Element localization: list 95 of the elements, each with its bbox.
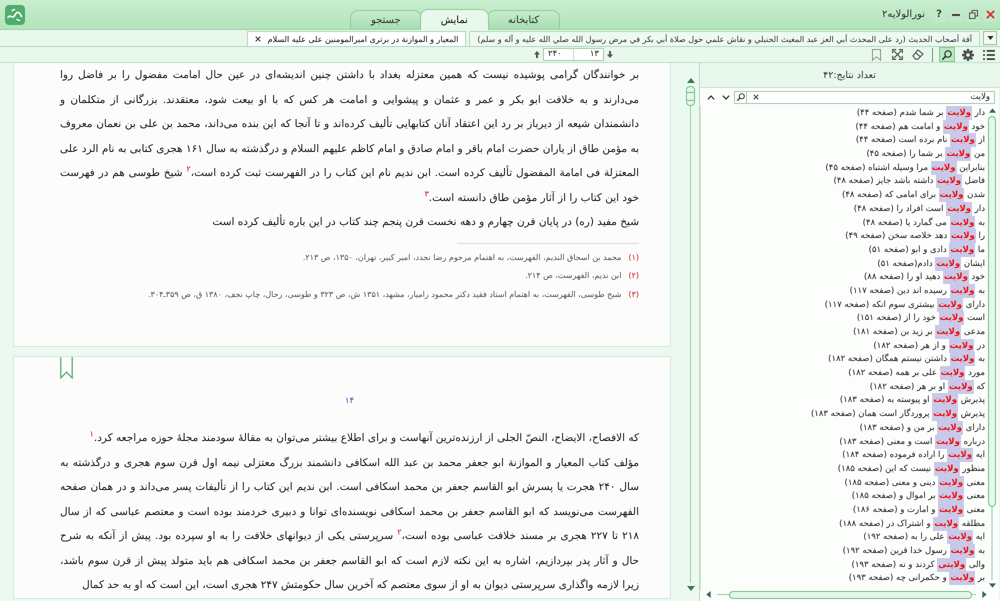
document-tab[interactable]: آفة أصحاب الحديث (رد على المحدث أبي العز عبد المغيث الحنبلي و نقاش علمي حول صلاة أبي بكر في مرض رسول الله صلي الله عليه و آله و سلم) [469, 31, 980, 46]
arrow-down-icon[interactable] [686, 586, 694, 591]
document-tab[interactable]: المعیار و الموازنة در برتری امیرالمومنین علی علیه السلام [246, 31, 466, 46]
search-icon [736, 93, 744, 101]
result-item[interactable]: به ولایت می گمارد یا (صفحه ۴۸) [701, 216, 985, 230]
page-number-field[interactable]: ۱۳ [573, 48, 604, 61]
scrollbar-thumb[interactable] [988, 116, 996, 507]
arrow-up-icon[interactable] [534, 51, 540, 58]
result-item[interactable]: معنی ولایت بر اموال و (صفحه ۱۸۵) [701, 490, 985, 504]
expand-button[interactable] [889, 47, 905, 62]
arrow-down-icon[interactable] [988, 583, 996, 588]
result-item[interactable]: است ولایت خود را از (صفحه ۱۵۱) [701, 312, 985, 326]
result-item[interactable]: من ولایت بر شما را (صفحه ۴۵) [701, 148, 985, 162]
result-item[interactable]: بر ولایت و حکمرانی چه (صفحه ۱۹۳) [701, 572, 985, 586]
restore-button[interactable] [966, 8, 980, 22]
result-item[interactable]: خود ولایت و امامت هم (صفحه ۴۴) [701, 120, 985, 134]
result-item[interactable]: دارای ولایت بیشتری سوم انکه (صفحه ۱۱۷) [701, 298, 985, 312]
result-item[interactable]: مورد ولایت علی بر همه (صفحه ۱۸۲) [701, 367, 985, 381]
help-button[interactable]: ? [932, 8, 946, 22]
caret-icon [986, 36, 994, 40]
result-item[interactable]: به ولایت رسیده اند دین (صفحه ۱۱۷) [701, 284, 985, 299]
result-item[interactable]: دارای ولایت بر من و (صفحه ۱۸۳) [701, 422, 985, 436]
eraser-icon [912, 49, 924, 60]
arrow-right-icon[interactable] [982, 591, 987, 598]
footnote-text: شیخ طوسی، الفهرست، به اهتمام استاد فقید دکتر محمود رامیار، مشهد، ۱۳۵۱ ش، ص ۳۲۳ و طوسی، رجال، چاپ نجف، ۱۳۸۰ ق، ص ۳۵۹ـ۳۰۴. [148, 288, 622, 301]
result-item[interactable]: بنابراین ولایت مرا وسیله اشتباه (صفحه ۴۵) [701, 162, 985, 176]
footnote-number[interactable]: (۱) [628, 248, 640, 267]
result-item[interactable]: منظور ولایت نیست که این (صفحه ۱۸۵) [701, 462, 985, 477]
result-item[interactable]: در ولایت و از هر (صفحه ۱۸۲) [701, 340, 985, 354]
result-item[interactable]: از ولایت نام برده است (صفحه ۴۴) [701, 134, 985, 148]
dropdown-button[interactable] [983, 31, 997, 45]
result-item[interactable]: مطلقه ولایت و اشتراک در (صفحه ۱۸۸) [701, 518, 985, 532]
arrow-up-icon[interactable] [686, 78, 694, 83]
list-icon [983, 50, 995, 60]
paragraph: بر خوانندگان گرامی پوشیده نیست که همین معتزله بغداد با داشتن چنین اندیشه‌ای در عین حال امامت مفضول را بر فاضل روا می‌دارند و به خلافت ابو بکر و عمر و عثمان و پیشوایی و امامت هر کس که با او بیعت شود، معتقدند. بزرگانی از متکلمان و دانشمندان شیعه از دیرباز بر رد این اعتقاد آنان کتابهایی تألیف کرده‌اند و تا آنجا که این بنده می‌داند، محمد بن علی بن نعمان معروف به مؤمن طاق از یاران حضرت امام باقر و امام صادق و امام کاظم علیهم السلام و درگذشته به سال ۱۶۱ هجری کتابی به نام الرد علی المعتزلة فی امامة المفضول تألیف کرده است. ابن ندیم نام این کتاب را در الفهرست ثبت کرده است،$^{۲}$ شیخ طوسی هم در فهرست خود این کتاب را از آثار مؤمن طاق دانسته است.$^{۳}$ [60, 68, 640, 206]
arrow-left-icon[interactable] [706, 591, 711, 598]
bookmark-icon [872, 48, 880, 60]
paragraph: مؤلف کتاب المعیار و الموازنة ابو جعفر محمد بن عبد الله اسکافی دانشمند بزرگ معتزلی نیمه اول قرن سوم هجری و درگذشته به سال ۲۴۰ هجرت یا پسرش ابو القاسم جعفر بن محمد اسکافی است. ابن ندیم این کتاب را از تألیفات پسر می‌داند و در همان صفحه الفهرست می‌نویسد که ابو القاسم جعفر بن محمد اسکافی نویسنده‌ای توانا و دبیری خردمند بوده است و معتصم عباسی که از سال ۲۱۸ تا ۲۲۷ هجری بر مسند خلافت عباسی بوده است،$^{۲}$ سرپرستی یکی از دیوانهای خلافت را به او سپرده بود. پیش از آنکه به شرح حال و آثار پدر بپردازیم، اشاره به این نکته لازم است که ابو القاسم جعفر بن محمد اسکافی هم باید متولد پیش از قرن سوم باشد، زیرا لازمه واگذاری سرپرستی دیوان به او از سوی معتصم که آخرین سال حکومتش ۲۴۷ هجری است، این است که او به حد کمال [60, 456, 640, 593]
result-item[interactable]: معنی ولایت دینی و معنی (صفحه ۱۸۵) [701, 476, 985, 490]
result-item[interactable]: به ولایت رسول خدا قرین (صفحه ۱۹۲) [701, 545, 985, 559]
result-item[interactable]: خود ولایت دهید او را (صفحه ۸۸) [701, 271, 985, 285]
result-item[interactable]: مدعی ولایت بر زید بن (صفحه ۱۸۱) [701, 326, 985, 340]
app-title: نورالولایه۲ [882, 9, 925, 20]
result-item[interactable]: دار ولایت بر شما شدم (صفحه ۴۴) [701, 107, 985, 121]
result-item[interactable]: که ولایت او بر هر (صفحه ۱۸۲) [701, 380, 985, 394]
result-item[interactable]: ایشان ولایت دادم(صفحه ۵۱) [701, 258, 985, 272]
list-button[interactable] [981, 47, 997, 62]
search-field[interactable]: ولایت [747, 90, 995, 104]
result-item[interactable]: والی ولایتی کردند و نه (صفحه ۱۹۳) [701, 558, 985, 572]
bookmark-icon[interactable] [60, 357, 73, 379]
main-tab[interactable]: جستجو [350, 10, 422, 29]
settings-button[interactable] [960, 47, 976, 62]
page-number: ۱۴ [344, 395, 356, 407]
result-item[interactable]: را ولایت دهد خلاصه سخن (صفحه ۴۹) [701, 230, 985, 244]
main-tab[interactable]: نمایش [420, 9, 489, 30]
close-button[interactable] [983, 8, 997, 22]
result-count: تعداد نتایج:۴۲ [823, 70, 876, 80]
result-item[interactable]: دار ولایت است افراد را (صفحه ۴۸) [701, 202, 985, 216]
close-icon [986, 10, 994, 19]
footnote-number[interactable]: (۲) [628, 267, 640, 286]
search-button[interactable] [939, 47, 955, 62]
scrollbar-thumb[interactable] [686, 86, 695, 106]
result-item[interactable]: معنی ولایت و امارت و (صفحه ۱۸۶) [701, 504, 985, 518]
minimize-icon [952, 14, 960, 16]
paragraph: شیخ مفید (ره) در پایان قرن چهارم و دهه نخست قرن پنجم چند کتاب در این باره تألیف کرده است [211, 213, 640, 230]
result-item[interactable]: ایه ولایت را اراده فرموده (صفحه ۱۸۴) [701, 449, 985, 463]
chevron-up-icon[interactable] [707, 94, 715, 100]
scrollbar-track[interactable] [684, 86, 697, 583]
chevron-down-icon[interactable] [722, 94, 730, 100]
arrow-down-icon[interactable] [607, 51, 613, 58]
expand-icon [892, 49, 902, 60]
arrow-up-icon[interactable] [988, 108, 996, 113]
result-item[interactable]: ما ولایت دادی و ابو (صفحه ۵۱) [701, 244, 985, 258]
result-item[interactable]: پذیرش ولایت او پیوسته به (صفحه ۱۸۳) [701, 394, 985, 408]
paragraph: که الافصاح، الایضاح، النصّ الجلی از ارزنده‌ترین آنهاست و برای اطلاع بیشتر می‌توان به مقالهٔ سودمند مجلهٔ حوزه مراجعه کرد.$^{۱}$ [88, 428, 640, 446]
footnote-number[interactable]: (۳) [628, 286, 640, 304]
scrollbar-thumb[interactable] [729, 590, 972, 598]
result-item[interactable]: درباره ولایت است و معنی (صفحه ۱۸۳) [701, 436, 985, 450]
footnote-text: ابن ندیم، الفهرست، ص ۲۱۴. [525, 270, 622, 282]
page-count-field: ۲۴۰ [543, 48, 574, 61]
eraser-button[interactable] [910, 47, 926, 62]
footnote-text: محمد بن اسحاق الندیم، الفهرست، به اهتمام مرحوم رضا تجدد، امیر کبیر، تهران، ۱۳۵۰، ص ۲۱۳. [302, 252, 622, 264]
logo-icon [5, 4, 25, 24]
restore-icon [968, 10, 978, 19]
result-item[interactable]: پذیرش ولایت پروردگار است همان (صفحه ۱۸۳) [701, 408, 985, 422]
scrollbar-track[interactable] [987, 116, 997, 580]
result-item[interactable]: فاضل ولایت داشته باشد جایز (صفحه ۴۸) [701, 175, 985, 190]
result-item[interactable]: به ولایت داشتن نیستم همگان (صفحه ۱۸۲) [701, 353, 985, 368]
search-icon [942, 50, 952, 60]
main-tab[interactable]: کتابخانه [486, 10, 560, 29]
search-button[interactable] [734, 90, 747, 104]
close-icon[interactable] [753, 94, 759, 100]
result-item[interactable]: ایه ولایت علی را به (صفحه ۱۹۲) [701, 531, 985, 545]
result-item[interactable]: شدن ولایت برای امامی که (صفحه ۴۸) [701, 189, 985, 203]
close-icon[interactable] [254, 36, 261, 42]
